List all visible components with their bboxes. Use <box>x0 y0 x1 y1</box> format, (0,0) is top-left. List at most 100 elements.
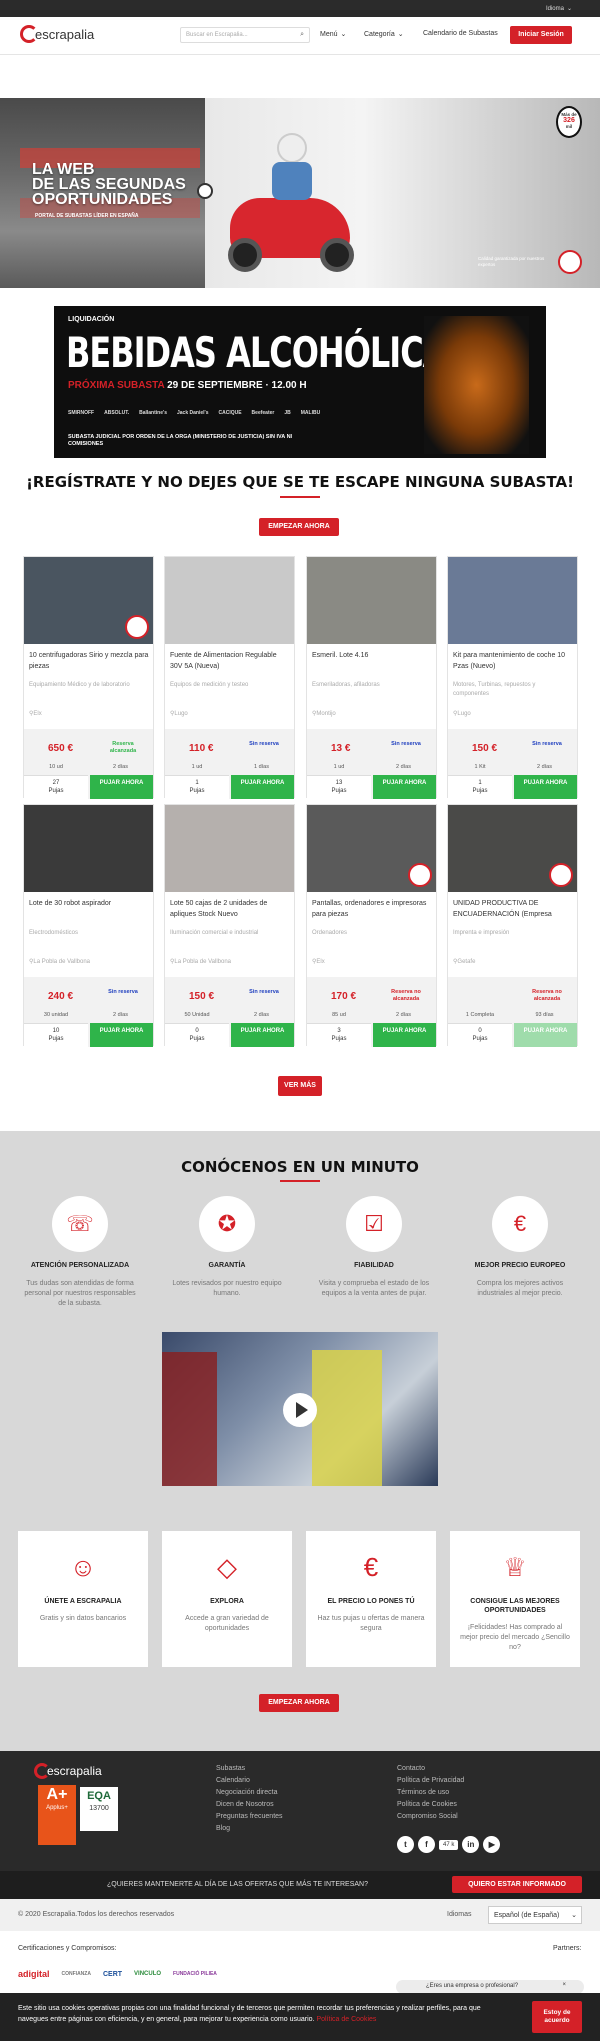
cert-logo[interactable]: FUNDACIÓ PILIEA <box>173 1971 217 1977</box>
cookie-policy-link[interactable]: Política de Cookies <box>316 2016 376 2023</box>
language-select[interactable]: Español (de España) ⌄ <box>488 1906 582 1924</box>
newsletter-button[interactable]: QUIERO ESTAR INFORMADO <box>452 1876 582 1893</box>
footer-link[interactable]: Preguntas frecuentes <box>216 1811 283 1823</box>
start-now-button[interactable]: EMPEZAR AHORA <box>259 1694 339 1712</box>
accept-cookies-button[interactable]: Estoy de acuerdo <box>532 2001 582 2033</box>
lot-card[interactable]: Fuente de Alimentacion Regulable 30V 5A … <box>164 556 295 799</box>
lot-title[interactable]: Fuente de Alimentacion Regulable 30V 5A … <box>170 650 290 672</box>
footer: escrapalia A+ Applus+ EQA 13700 Subastas… <box>0 1751 600 1871</box>
lot-title[interactable]: Lote de 30 robot aspirador <box>29 898 149 909</box>
footer-logo[interactable]: escrapalia <box>34 1763 102 1779</box>
step-title: EXPLORA <box>210 1598 244 1605</box>
copyright-text: © 2020 Escrapalia.Todos los derechos res… <box>18 1911 175 1918</box>
lot-card[interactable]: Kit para mantenimiento de coche 10 Pzas … <box>447 556 578 799</box>
bid-count: 1 Pujas <box>448 775 512 799</box>
calendar-link[interactable]: Calendario de Subastas <box>423 30 498 37</box>
linkedin-icon[interactable]: in <box>462 1836 480 1853</box>
feature-glyph: ☏ <box>66 1211 94 1236</box>
business-bubble[interactable]: ¿Eres una empresa o profesional? × <box>396 1980 584 1994</box>
footer-link[interactable]: Subastas <box>216 1763 283 1775</box>
start-now-button[interactable]: EMPEZAR AHORA <box>259 518 339 536</box>
search-icon[interactable]: ⌕ <box>300 31 304 39</box>
site-logo[interactable]: escrapalia <box>20 25 94 43</box>
footer-link[interactable]: Blog <box>216 1823 283 1835</box>
bid-now-button[interactable]: PUJAR AHORA <box>90 1023 153 1047</box>
feature-item: ☏ ATENCIÓN PERSONALIZADA Tus dudas son ate… <box>20 1196 140 1309</box>
bid-count: 0 Pujas <box>165 1023 229 1047</box>
footer-link[interactable]: Calendario <box>216 1775 283 1787</box>
lot-quantity: 10 ud <box>49 764 63 770</box>
lot-days-left: 2 días <box>537 764 552 770</box>
hero-caption: Calidad garantizada por nuestros experto… <box>478 256 545 267</box>
close-icon[interactable]: × <box>562 1982 566 1988</box>
cert-logo[interactable]: CERT <box>103 1971 122 1978</box>
login-button[interactable]: Iniciar Sesión <box>510 26 572 44</box>
lot-image[interactable] <box>448 557 577 644</box>
footer-link[interactable]: Política de Privacidad <box>397 1775 464 1787</box>
lot-price: 150 € <box>189 991 215 1002</box>
lot-image[interactable] <box>24 805 153 892</box>
bid-now-button[interactable]: PUJAR AHORA <box>373 1023 436 1047</box>
bid-count-value: 13 <box>335 780 343 786</box>
category-dropdown[interactable]: Categoría ⌄ <box>364 30 404 39</box>
play-button-icon[interactable] <box>283 1393 317 1427</box>
lot-card[interactable]: UNIDAD PRODUCTIVA DE ENCUADERNACIÓN (Emp… <box>447 804 578 1047</box>
lot-card[interactable]: Lote de 30 robot aspirador Electrodomésti… <box>23 804 154 1047</box>
lot-image[interactable] <box>165 557 294 644</box>
bid-count-value: 3 <box>337 1028 341 1034</box>
guarantee-seal-icon: ✪ <box>199 1196 255 1252</box>
bid-now-button[interactable]: PUJAR AHORA <box>514 1023 577 1047</box>
lot-title[interactable]: Kit para mantenimiento de coche 10 Pzas … <box>453 650 573 672</box>
lot-price: 240 € <box>48 991 74 1002</box>
youtube-icon[interactable]: ▶ <box>483 1836 501 1853</box>
footer-link[interactable]: Términos de uso <box>397 1787 464 1799</box>
lot-price: 650 € <box>48 743 74 754</box>
hero-banner[interactable]: LA WEB DE LAS SEGUNDAS OPORTUNIDADES POR… <box>0 98 600 288</box>
footer-link[interactable]: Política de Cookies <box>397 1799 464 1811</box>
cert-logo[interactable]: adigital <box>18 1969 50 1979</box>
certs-label: Certificaciones y Compromisos: <box>18 1945 117 1952</box>
lot-card[interactable]: Lote 50 cajas de 2 unidades de apliques … <box>164 804 295 1047</box>
lot-card[interactable]: Esmeril. Lote 4.16 Esmeriladoras, afilado… <box>306 556 437 799</box>
lot-price: 13 € <box>331 743 351 754</box>
footer-link[interactable]: Dicen de Nosotros <box>216 1799 283 1811</box>
lot-image[interactable] <box>165 805 294 892</box>
footer-link[interactable]: Compromiso Social <box>397 1811 464 1823</box>
language-label[interactable]: Idioma <box>546 6 564 12</box>
lot-title[interactable]: UNIDAD PRODUCTIVA DE ENCUADERNACIÓN (Emp… <box>453 898 573 920</box>
lot-title[interactable]: Lote 50 cajas de 2 unidades de apliques … <box>170 898 290 920</box>
reserve-status: Reserva no alcanzada <box>391 989 421 1002</box>
lot-quantity: 30 unidad <box>43 1012 69 1018</box>
step-card: € EL PRECIO LO PONES TÚ Haz tus pujas u of… <box>306 1531 436 1667</box>
lot-price: 170 € <box>331 991 357 1002</box>
lot-price: 110 € <box>189 743 214 754</box>
twitter-icon[interactable]: t <box>397 1836 414 1853</box>
lot-card[interactable]: Pantallas, ordenadores e impresoras para… <box>306 804 437 1047</box>
see-more-button[interactable]: VER MÁS <box>278 1076 322 1096</box>
promo-banner[interactable]: LIQUIDACIÓN BEBIDAS ALCOHÓLICAS PRÓXIMA … <box>54 306 546 458</box>
lot-title[interactable]: Esmeril. Lote 4.16 <box>312 650 432 661</box>
lot-days-left: 2 días <box>254 1012 269 1018</box>
footer-link[interactable]: Contacto <box>397 1763 464 1775</box>
search-input[interactable]: Buscar en Escrapalia... ⌕ <box>180 27 310 43</box>
social-links: t f 47 k in ▶ <box>397 1836 501 1853</box>
footer-link[interactable]: Negociación directa <box>216 1787 283 1799</box>
lot-image[interactable] <box>307 557 436 644</box>
cert-logo[interactable]: VINCULO <box>134 1971 161 1977</box>
lot-title[interactable]: 10 centrifugadoras Sirio y mezcla para p… <box>29 650 149 672</box>
lot-card[interactable]: 10 centrifugadoras Sirio y mezcla para p… <box>23 556 154 799</box>
menu-dropdown[interactable]: Menú ⌄ <box>320 30 346 39</box>
bid-now-button[interactable]: PUJAR AHORA <box>514 775 577 799</box>
bid-now-button[interactable]: PUJAR AHORA <box>231 1023 294 1047</box>
cert-logo[interactable]: CONFIANZA <box>62 1971 91 1977</box>
bid-now-button[interactable]: PUJAR AHORA <box>231 775 294 799</box>
lot-category: Iluminación comercial e industrial <box>170 930 259 936</box>
quality-seal-icon <box>408 863 432 887</box>
bid-now-button[interactable]: PUJAR AHORA <box>373 775 436 799</box>
lot-title[interactable]: Pantallas, ordenadores e impresoras para… <box>312 898 432 920</box>
chevron-down-icon[interactable]: ⌄ <box>567 5 572 12</box>
heading-underline <box>280 496 320 498</box>
bid-now-button[interactable]: PUJAR AHORA <box>90 775 153 799</box>
facebook-icon[interactable]: f <box>418 1836 435 1853</box>
lot-location: ⚲La Pobla de Vallbona <box>29 958 90 965</box>
